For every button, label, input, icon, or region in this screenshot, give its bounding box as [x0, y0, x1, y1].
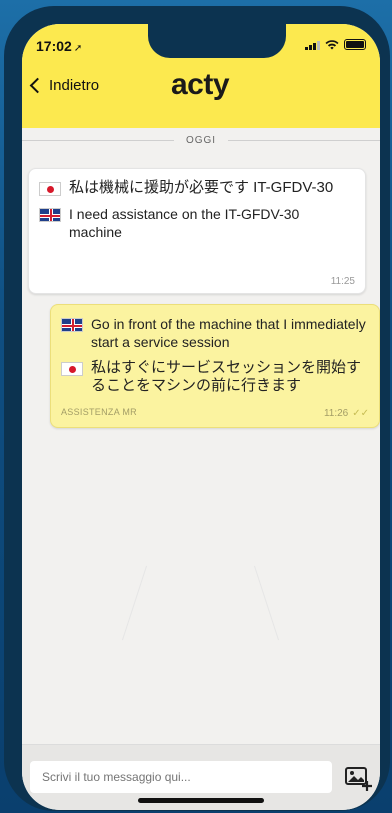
- add-image-icon[interactable]: [342, 761, 374, 793]
- screen: 17:02 ➚ Indietro acty OGGI 私は機械に援助が必要です …: [22, 24, 380, 810]
- uk-flag-icon: [61, 318, 83, 332]
- message-sender: ASSISTENZA MR: [61, 407, 137, 417]
- status-time-text: 17:02: [36, 38, 72, 54]
- back-label: Indietro: [49, 77, 100, 94]
- separator-line-right: [228, 139, 380, 141]
- location-arrow-icon: ➚: [73, 43, 83, 54]
- home-indicator[interactable]: [138, 798, 264, 803]
- chevron-left-icon: [29, 77, 46, 94]
- message-text: 私は機械に援助が必要です IT-GFDV-30: [69, 179, 334, 196]
- message-text: Go in front of the machine that I immedi…: [91, 316, 366, 350]
- separator-line-left: [22, 139, 174, 141]
- status-icons: [305, 39, 366, 50]
- uk-flag-icon: [39, 208, 61, 222]
- message-text: 私はすぐにサービスセッションを開始することをマシンの前に行きます: [91, 359, 362, 394]
- outgoing-message-bubble[interactable]: Go in front of the machine that I immedi…: [50, 304, 380, 428]
- background-decoration: [253, 565, 280, 641]
- double-check-icon: ✓✓: [352, 408, 369, 419]
- signal-icon: [305, 40, 320, 50]
- message-line: I need assistance on the IT-GFDV-30 mach…: [39, 205, 355, 241]
- incoming-message-bubble[interactable]: 私は機械に援助が必要です IT-GFDV-30 I need assistanc…: [28, 168, 366, 294]
- message-line: 私はすぐにサービスセッションを開始することをマシンの前に行きます: [61, 359, 369, 395]
- wifi-icon: [325, 39, 339, 49]
- message-time-group: 11:26 ✓✓: [324, 403, 369, 421]
- message-line: 私は機械に援助が必要です IT-GFDV-30: [39, 179, 355, 197]
- back-button[interactable]: Indietro: [26, 77, 99, 94]
- message-time: 11:26: [323, 408, 349, 419]
- battery-icon: [344, 39, 366, 50]
- app-logo: acty: [171, 68, 230, 101]
- message-line: Go in front of the machine that I immedi…: [61, 315, 369, 351]
- message-meta: 11:25: [39, 276, 355, 287]
- message-time: 11:25: [330, 276, 355, 287]
- message-input[interactable]: [30, 761, 332, 793]
- phone-frame: 17:02 ➚ Indietro acty OGGI 私は機械に援助が必要です …: [4, 6, 390, 811]
- day-separator-label: OGGI: [185, 134, 217, 146]
- japan-flag-icon: [39, 182, 61, 196]
- message-text: I need assistance on the IT-GFDV-30 mach…: [69, 206, 300, 240]
- day-separator: OGGI: [22, 134, 380, 146]
- japan-flag-icon: [61, 362, 83, 376]
- device-notch: [148, 24, 286, 58]
- background-decoration: [121, 565, 148, 641]
- status-time: 17:02 ➚: [36, 38, 82, 54]
- app-header: 17:02 ➚ Indietro acty: [22, 24, 380, 128]
- message-meta: ASSISTENZA MR 11:26 ✓✓: [61, 403, 369, 421]
